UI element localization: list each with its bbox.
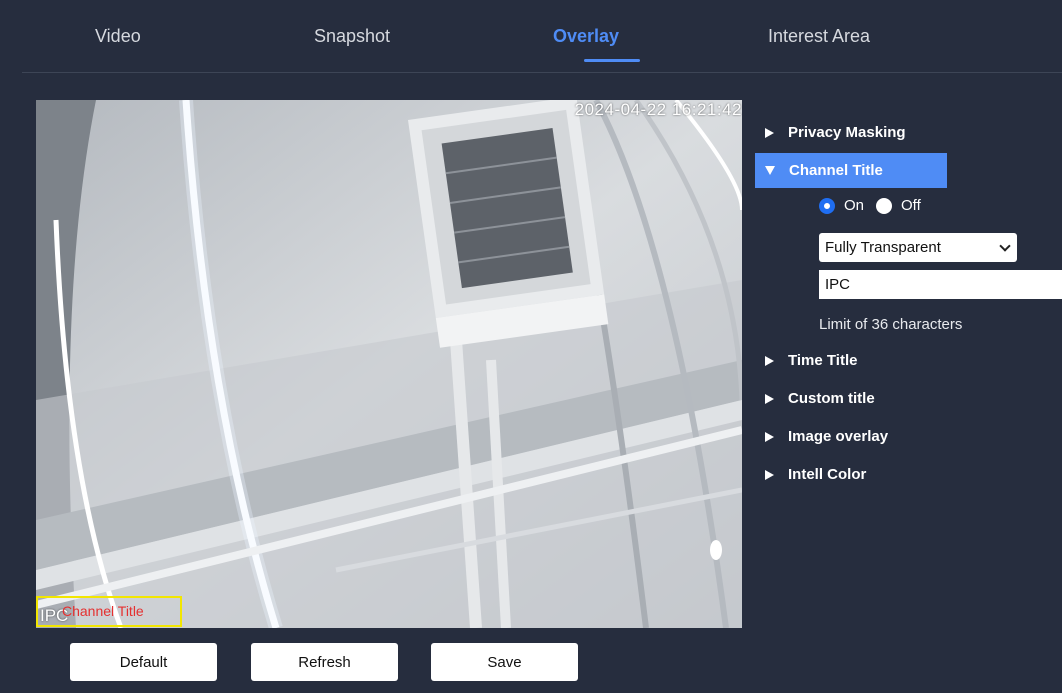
tab-bar: Video Snapshot Overlay Interest Area bbox=[22, 0, 1062, 73]
section-channel-title[interactable]: Channel Title bbox=[755, 153, 947, 188]
active-tab-indicator bbox=[584, 59, 640, 62]
section-label: Intell Color bbox=[788, 466, 867, 483]
tab-overlay[interactable]: Overlay bbox=[553, 26, 619, 47]
radio-off[interactable] bbox=[876, 197, 893, 214]
section-label: Time Title bbox=[788, 352, 858, 369]
collapsed-arrow-icon bbox=[765, 127, 774, 138]
section-label: Custom title bbox=[788, 390, 875, 407]
channel-title-toggle: On Off bbox=[819, 197, 933, 214]
osd-channel-label: Channel Title bbox=[62, 603, 144, 619]
tab-snapshot[interactable]: Snapshot bbox=[314, 26, 390, 47]
osd-channel-title-box[interactable]: IPC Channel Title bbox=[36, 596, 182, 627]
osd-timestamp[interactable]: 2024-04-22 16:21:42 bbox=[575, 100, 742, 120]
section-label: Channel Title bbox=[789, 162, 883, 179]
save-button[interactable]: Save bbox=[431, 643, 578, 681]
section-custom-title[interactable]: Custom title bbox=[755, 381, 947, 416]
section-privacy-masking[interactable]: Privacy Masking bbox=[755, 115, 947, 150]
radio-off-label: Off bbox=[901, 197, 921, 214]
section-label: Image overlay bbox=[788, 428, 889, 445]
expanded-arrow-icon bbox=[765, 166, 775, 175]
channel-title-input[interactable] bbox=[819, 270, 1062, 299]
transparency-value: Fully Transparent bbox=[825, 239, 941, 256]
section-label: Privacy Masking bbox=[788, 124, 906, 141]
character-limit-hint: Limit of 36 characters bbox=[819, 316, 963, 333]
collapsed-arrow-icon bbox=[765, 355, 774, 366]
chevron-down-icon bbox=[999, 240, 1011, 252]
camera-scene bbox=[36, 100, 742, 628]
radio-on-label: On bbox=[844, 197, 865, 214]
section-time-title[interactable]: Time Title bbox=[755, 343, 947, 378]
section-image-overlay[interactable]: Image overlay bbox=[755, 419, 947, 454]
default-button[interactable]: Default bbox=[70, 643, 217, 681]
collapsed-arrow-icon bbox=[765, 469, 774, 480]
radio-on[interactable] bbox=[819, 197, 835, 214]
section-intell-color[interactable]: Intell Color bbox=[755, 457, 947, 492]
tab-video[interactable]: Video bbox=[95, 26, 141, 47]
collapsed-arrow-icon bbox=[765, 431, 774, 442]
video-preview[interactable]: 2024-04-22 16:21:42 IPC Channel Title bbox=[36, 100, 742, 628]
collapsed-arrow-icon bbox=[765, 393, 774, 404]
transparency-select[interactable]: Fully Transparent bbox=[819, 233, 1017, 262]
tab-interest-area[interactable]: Interest Area bbox=[768, 26, 870, 47]
refresh-button[interactable]: Refresh bbox=[251, 643, 398, 681]
